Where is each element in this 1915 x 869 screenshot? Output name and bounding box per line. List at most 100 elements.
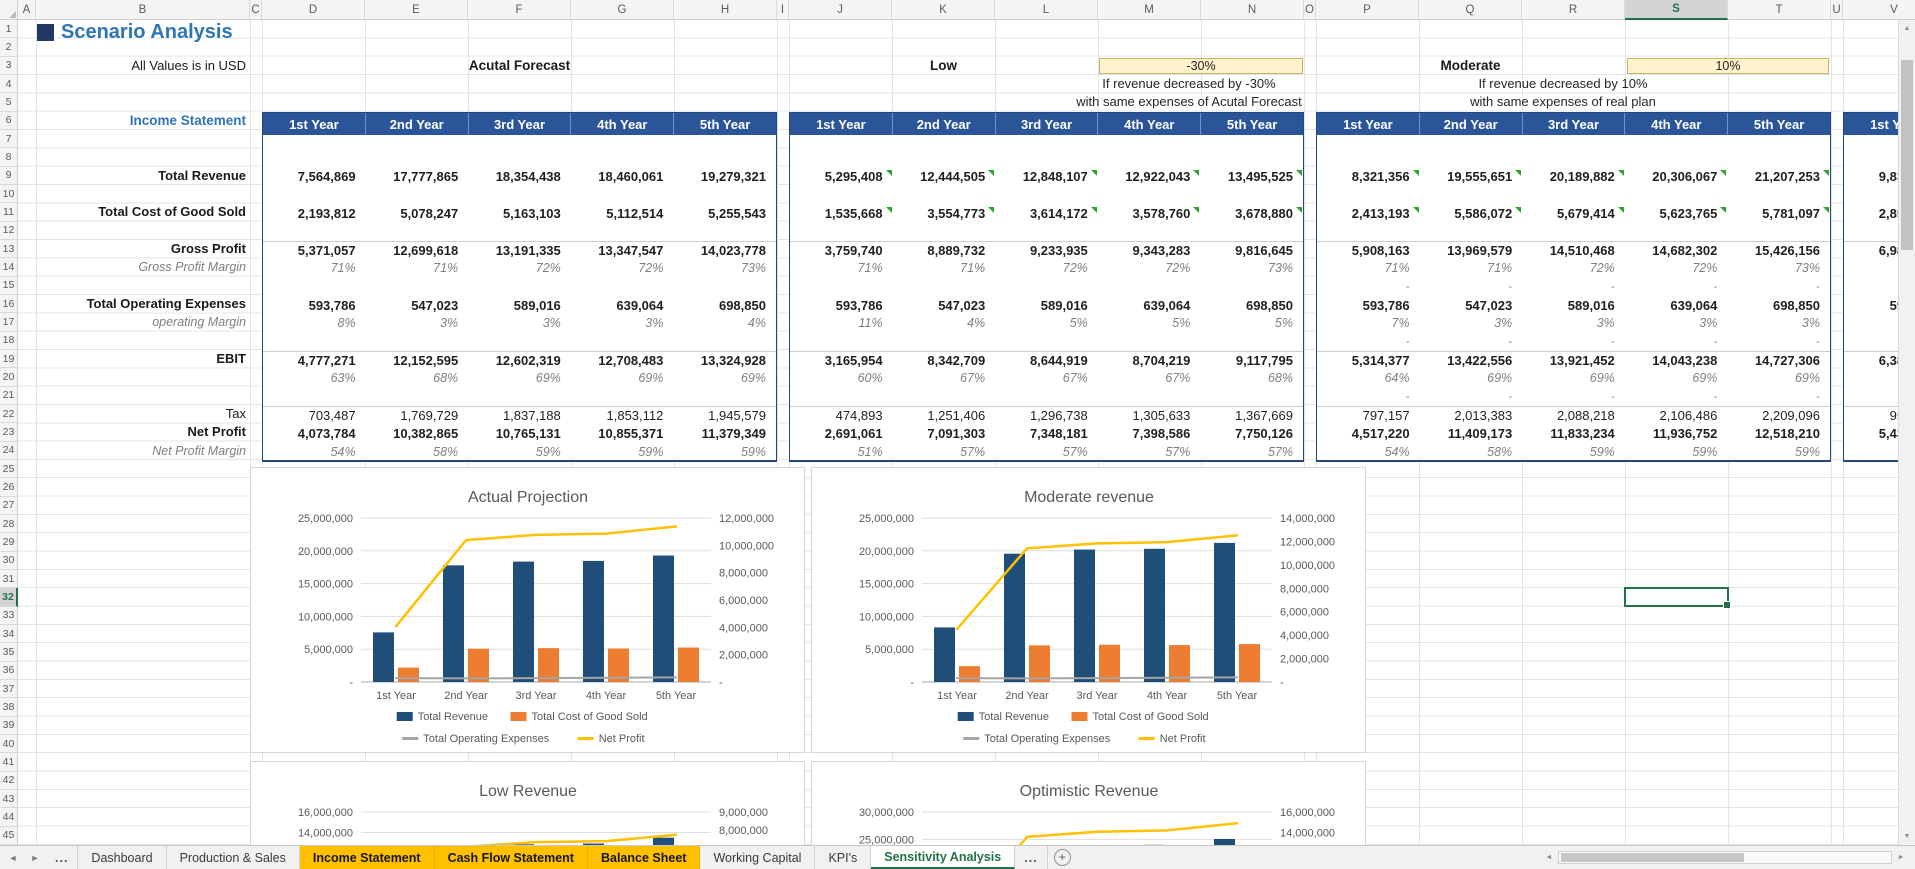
hscroll-left-arrow[interactable]: ◄ (1542, 854, 1556, 861)
cell[interactable]: 11,936,752 (1625, 426, 1728, 441)
row-header-33[interactable]: 33 (0, 607, 18, 625)
year-header-cell[interactable]: 4th Year (571, 113, 674, 135)
cell[interactable]: 69% (1625, 371, 1728, 385)
cell[interactable]: 57% (1098, 445, 1201, 459)
cell[interactable]: 7,750,126 (1200, 426, 1303, 441)
cell[interactable]: - (1317, 391, 1420, 403)
low-pct-input[interactable]: -30% (1099, 58, 1303, 75)
hscroll-thumb[interactable] (1561, 853, 1744, 862)
row-header-1[interactable]: 1 (0, 20, 18, 38)
cell[interactable]: 67% (1098, 371, 1201, 385)
cell[interactable]: 1,853,112 (571, 408, 674, 423)
cell[interactable]: 5,078,247 (366, 206, 469, 221)
row-header-17[interactable]: 17 (0, 313, 18, 331)
tab-production-sales[interactable]: Production & Sales (167, 846, 300, 869)
row-header-15[interactable]: 15 (0, 277, 18, 295)
cell[interactable]: 69% (673, 371, 776, 385)
cell[interactable]: 3% (1727, 316, 1830, 330)
column-header-R[interactable]: R (1522, 0, 1625, 20)
row-label-operating-margin[interactable]: operating Margin (36, 313, 246, 331)
row-header-37[interactable]: 37 (0, 680, 18, 698)
cell[interactable]: 8,704,219 (1098, 353, 1201, 368)
tab-cash-flow-statement[interactable]: Cash Flow Statement (435, 846, 588, 869)
row-header-23[interactable]: 23 (0, 423, 18, 441)
cell[interactable]: 20,189,882 (1522, 169, 1625, 184)
tab-dashboard[interactable]: Dashboard (78, 846, 166, 869)
cell[interactable]: 10,765,131 (468, 426, 571, 441)
cell[interactable]: 5% (995, 316, 1098, 330)
cell[interactable]: 12,602,319 (468, 353, 571, 368)
column-header-M[interactable]: M (1098, 0, 1201, 20)
cell[interactable]: 12,444,505 (893, 169, 996, 184)
cell[interactable]: 72% (995, 261, 1098, 275)
cell[interactable]: 3% (1522, 316, 1625, 330)
cell[interactable]: 698,850 (1727, 298, 1830, 313)
cell[interactable]: 13,347,547 (571, 243, 674, 258)
cell[interactable]: 5,908,163 (1317, 243, 1420, 258)
cell[interactable]: 13,495,525 (1200, 169, 1303, 184)
year-header-cell[interactable]: 1st Year (263, 113, 366, 135)
cell[interactable]: 12,848,107 (995, 169, 1098, 184)
cell[interactable]: 3% (1420, 316, 1523, 330)
column-header-Q[interactable]: Q (1419, 0, 1522, 20)
tab-item[interactable]: ... (1015, 846, 1047, 869)
row-header-6[interactable]: 6 (0, 112, 18, 130)
tab-sensitivity-analysis[interactable]: Sensitivity Analysis (871, 846, 1015, 869)
row-label-total-cost-of-good-sold[interactable]: Total Cost of Good Sold (36, 203, 246, 221)
column-header-S[interactable]: S (1625, 0, 1728, 20)
cell[interactable]: 3% (366, 316, 469, 330)
cell[interactable]: 67% (995, 371, 1098, 385)
row-header-27[interactable]: 27 (0, 497, 18, 515)
cell[interactable]: 11% (790, 316, 893, 330)
row-header-36[interactable]: 36 (0, 662, 18, 680)
year-header-cell[interactable]: 1st Year (790, 113, 893, 135)
hscroll-right-arrow[interactable]: ► (1894, 854, 1908, 861)
cell[interactable]: 63% (263, 371, 366, 385)
cell[interactable]: 11,379,349 (673, 426, 776, 441)
cell[interactable]: 3,578,760 (1098, 206, 1201, 221)
cell[interactable]: 8,644,919 (995, 353, 1098, 368)
cell[interactable]: 68% (366, 371, 469, 385)
cell[interactable]: 12,699,618 (366, 243, 469, 258)
year-header-cell[interactable]: 5th Year (1201, 113, 1303, 135)
moderate-pct-input[interactable]: 10% (1627, 58, 1829, 75)
cell[interactable]: 5,781,097 (1727, 206, 1830, 221)
cell[interactable]: 69% (571, 371, 674, 385)
sheet-nav-right-button[interactable]: ► (24, 846, 46, 869)
cell[interactable]: 71% (263, 261, 366, 275)
cell[interactable]: 547,023 (893, 298, 996, 313)
row-header-22[interactable]: 22 (0, 405, 18, 423)
tab-balance-sheet[interactable]: Balance Sheet (588, 846, 700, 869)
cell[interactable]: 593,786 (790, 298, 893, 313)
row-header-43[interactable]: 43 (0, 790, 18, 808)
column-header-T[interactable]: T (1728, 0, 1831, 20)
select-all-corner[interactable] (0, 0, 18, 20)
year-header-cell[interactable]: 2nd Year (1420, 113, 1523, 135)
cell[interactable]: 5% (1098, 316, 1201, 330)
cell[interactable]: 2,088,218 (1522, 408, 1625, 423)
cell[interactable]: 7,564,869 (263, 169, 366, 184)
cell[interactable]: 59% (1625, 445, 1728, 459)
cell[interactable]: 1,837,188 (468, 408, 571, 423)
cell[interactable]: 71% (1420, 261, 1523, 275)
column-header-J[interactable]: J (789, 0, 892, 20)
year-header-cell[interactable]: 2nd Year (366, 113, 469, 135)
cell[interactable]: 797,157 (1317, 408, 1420, 423)
row-header-26[interactable]: 26 (0, 478, 18, 496)
cell[interactable]: - (1420, 281, 1523, 293)
cell[interactable]: 5,679,414 (1522, 206, 1625, 221)
vscroll-down-arrow[interactable]: ▼ (1899, 828, 1915, 845)
cell[interactable]: 1,305,633 (1098, 408, 1201, 423)
cell[interactable]: 59% (1727, 445, 1830, 459)
cell[interactable]: 4,073,784 (263, 426, 366, 441)
column-header-O[interactable]: O (1304, 0, 1316, 20)
cell[interactable]: 7,398,586 (1098, 426, 1201, 441)
cell[interactable]: 593,786 (1317, 298, 1420, 313)
cell[interactable]: 69% (1420, 371, 1523, 385)
cell[interactable]: 19,279,321 (673, 169, 776, 184)
cell[interactable]: 10,855,371 (571, 426, 674, 441)
cell[interactable]: 3% (571, 316, 674, 330)
cell[interactable]: 1,367,669 (1200, 408, 1303, 423)
cell[interactable]: 474,893 (790, 408, 893, 423)
row-header-18[interactable]: 18 (0, 332, 18, 350)
